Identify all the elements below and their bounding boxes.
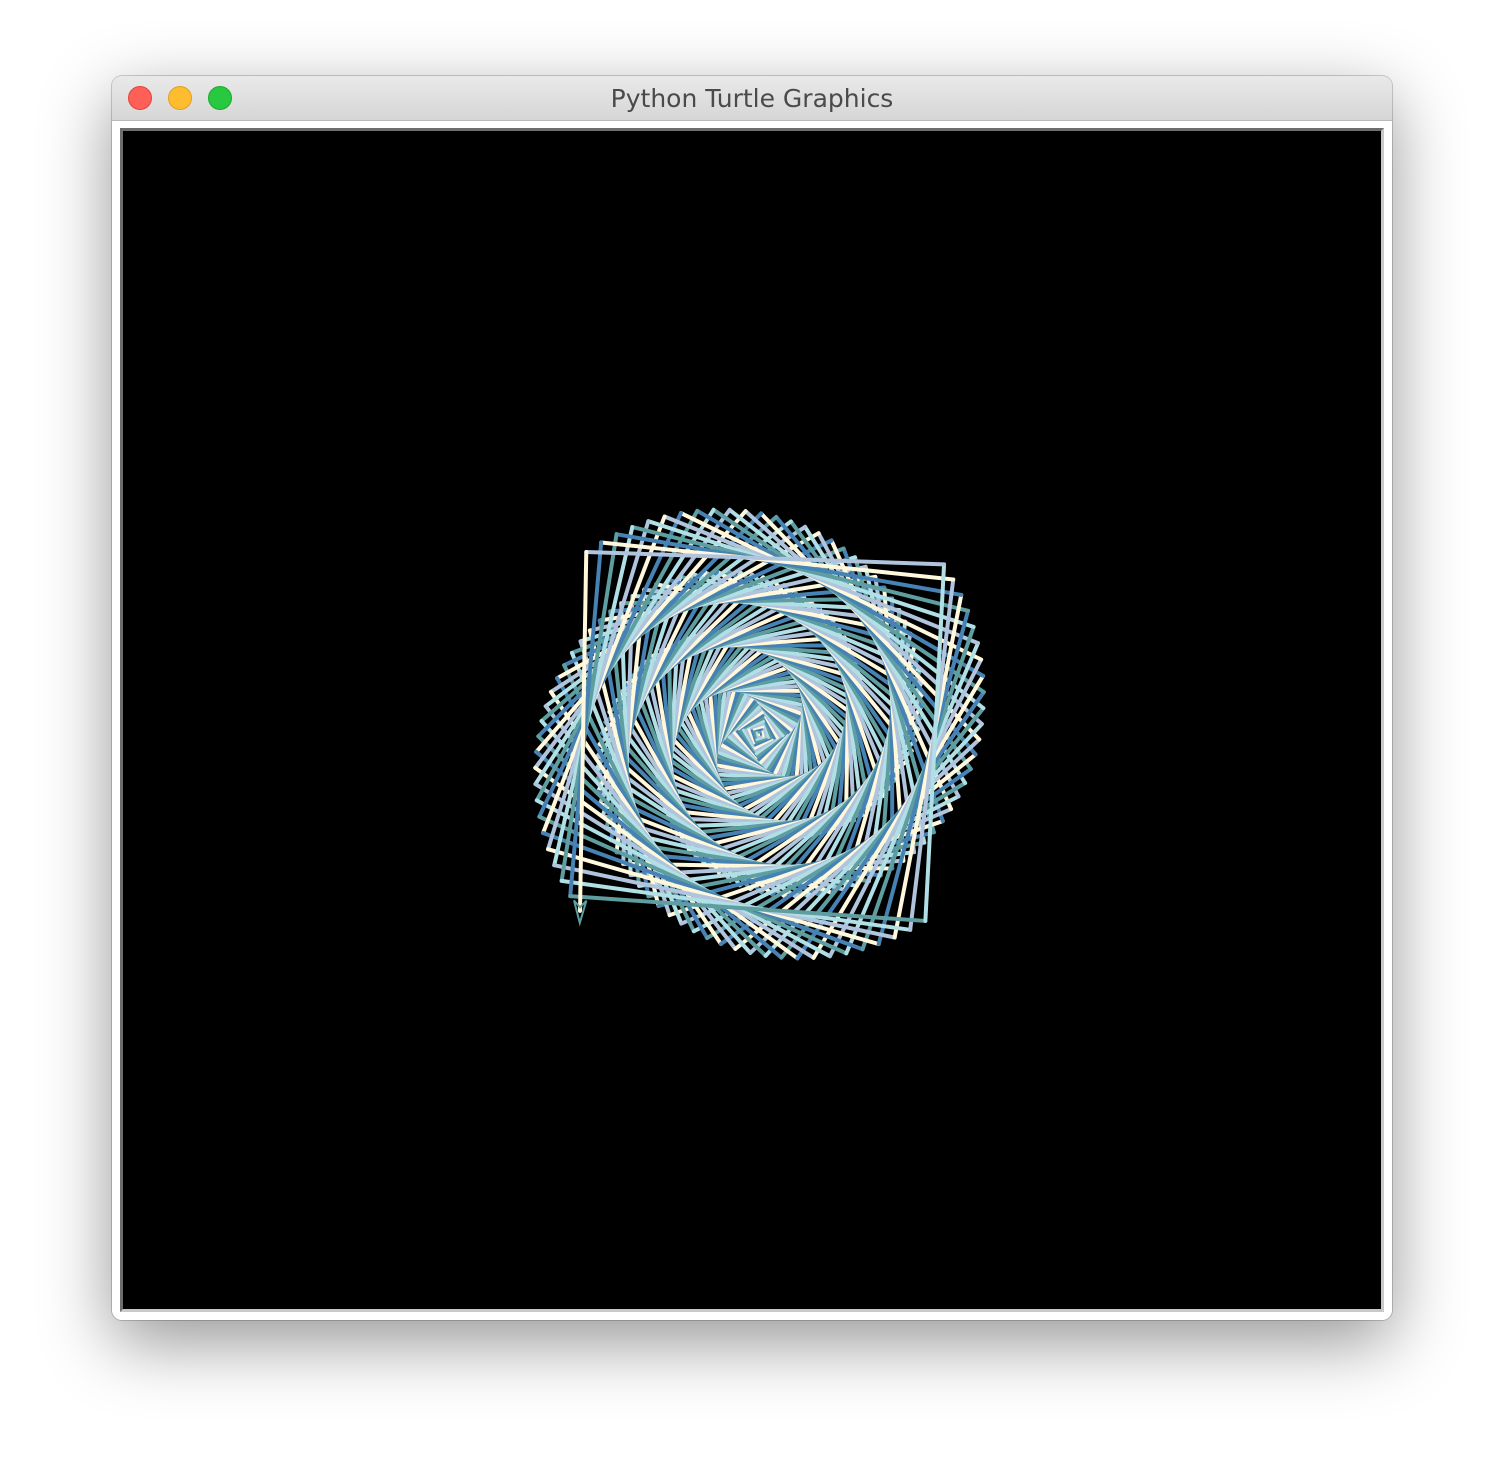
window-content <box>112 121 1392 1320</box>
window-title: Python Turtle Graphics <box>610 84 894 113</box>
turtle-canvas-frame[interactable] <box>120 128 1384 1312</box>
turtle-window: Python Turtle Graphics <box>112 76 1392 1320</box>
title-bar[interactable]: Python Turtle Graphics <box>112 76 1392 121</box>
turtle-canvas[interactable] <box>123 131 1381 1309</box>
